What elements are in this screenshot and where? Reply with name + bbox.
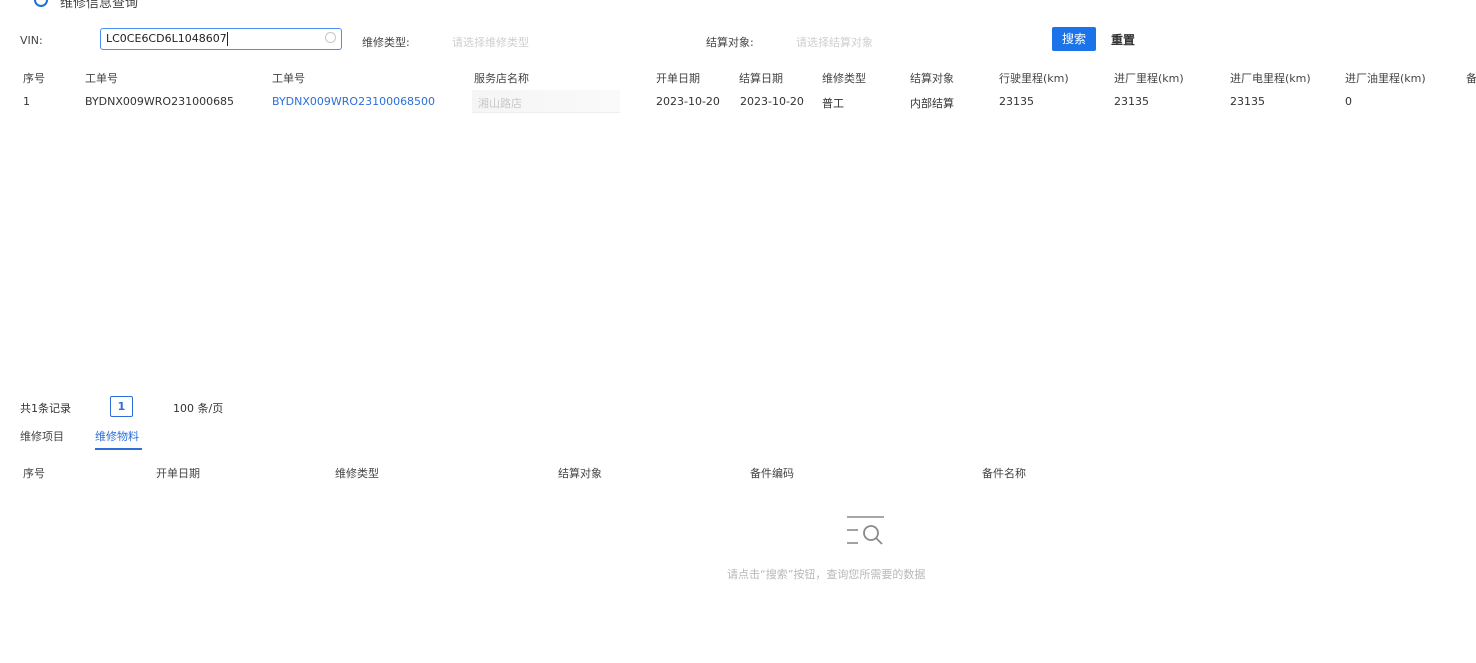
table-cell-entry-mileage: 23135 (1114, 95, 1149, 108)
settle-target-label: 结算对象: (706, 36, 754, 49)
col-header-store-name: 服务店名称 (474, 72, 529, 85)
col-header-entry-mileage: 进厂里程(km) (1114, 72, 1184, 85)
col-header-part-name: 备件名称 (982, 467, 1026, 480)
reset-button[interactable]: 重置 (1111, 31, 1135, 48)
table-cell-repair-type: 普工 (822, 97, 844, 110)
col-header-part-code: 备件编码 (750, 467, 794, 480)
table-cell-entry-electric-mileage: 23135 (1230, 95, 1265, 108)
col-header-settle-target: 结算对象 (558, 467, 602, 480)
col-header-entry-electric-mileage: 进厂电里程(km) (1230, 72, 1311, 85)
col-header-remark: 备 (1466, 72, 1476, 85)
col-header-repair-type: 维修类型 (335, 467, 379, 480)
vin-label: VIN: (20, 34, 43, 47)
table-cell-settle-date: 2023-10-20 (740, 95, 804, 108)
table-cell-settle-target: 内部结算 (910, 97, 954, 110)
col-header-open-date: 开单日期 (156, 467, 200, 480)
col-header-open-date: 开单日期 (656, 72, 700, 85)
active-tab-indicator (95, 448, 142, 450)
work-order-link[interactable]: BYDNX009WRO23100068500 (272, 95, 435, 108)
empty-state-text: 请点击“搜索”按钮，查询您所需要的数据 (727, 568, 926, 581)
col-header-work-order-no: 工单号 (272, 72, 305, 85)
tab-repair-items[interactable]: 维修项目 (20, 428, 64, 444)
empty-search-icon (847, 516, 884, 545)
pagination-page-current[interactable]: 1 (110, 396, 133, 417)
repair-type-select[interactable]: 请选择维修类型 (452, 34, 529, 50)
col-header-settle-target: 结算对象 (910, 72, 954, 85)
search-button[interactable]: 搜索 (1052, 27, 1096, 51)
page-title: 维修信息查询 (60, 0, 139, 11)
settle-target-select[interactable]: 请选择结算对象 (796, 34, 873, 50)
repair-type-label: 维修类型: (362, 36, 410, 49)
vin-input-value: LC0CE6CD6L1048607 (106, 32, 227, 45)
col-header-settle-date: 结算日期 (739, 72, 783, 85)
text-cursor (227, 32, 228, 46)
vin-input[interactable]: LC0CE6CD6L1048607 (100, 28, 342, 50)
table-cell-index: 1 (23, 95, 30, 108)
pagination-total: 共1条记录 (20, 402, 71, 415)
clear-icon[interactable] (325, 32, 336, 43)
col-header-entry-fuel-mileage: 进厂油里程(km) (1345, 72, 1426, 85)
col-header-index: 序号 (23, 467, 45, 480)
col-header-order-no: 工单号 (85, 72, 118, 85)
col-header-index: 序号 (23, 72, 45, 85)
table-cell-entry-fuel-mileage: 0 (1345, 95, 1352, 108)
col-header-driving-mileage: 行驶里程(km) (999, 72, 1069, 85)
table-cell-driving-mileage: 23135 (999, 95, 1034, 108)
table-cell-order-no: BYDNX009WRO231000685 (85, 95, 235, 108)
table-cell-store-name: 湘山路店 (478, 97, 522, 110)
tab-repair-materials[interactable]: 维修物料 (95, 428, 139, 444)
col-header-repair-type: 维修类型 (822, 72, 866, 85)
table-cell-open-date: 2023-10-20 (656, 95, 720, 108)
pagination-page-size[interactable]: 100 条/页 (173, 400, 223, 416)
store-name-masked: 湘山路店 (472, 90, 620, 113)
page-title-icon (34, 0, 48, 7)
